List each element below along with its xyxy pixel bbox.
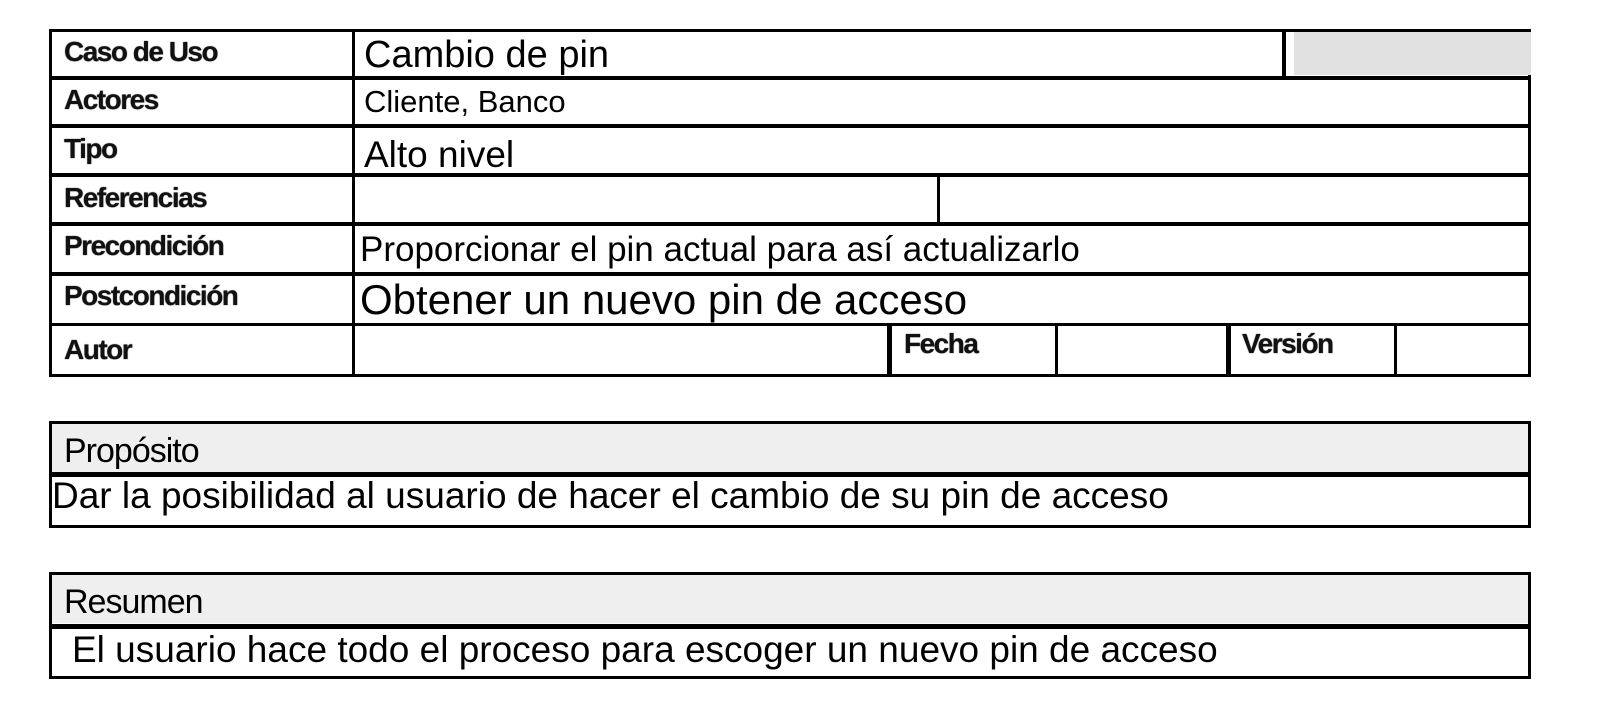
version-value-divider (1394, 324, 1397, 377)
actores-label: Actores (64, 84, 159, 115)
row-divider-6 (52, 323, 1528, 326)
autor-label: Autor (64, 334, 133, 365)
row-divider-4 (52, 222, 1528, 226)
row-divider-2 (52, 124, 1528, 128)
actores-value: Cliente, Banco (364, 84, 566, 119)
caso-de-uso-label: Caso de Uso (64, 36, 219, 67)
postcondicion-label: Postcondición (64, 280, 239, 311)
resumen-text: El usuario hace todo el proceso para esc… (72, 629, 1218, 670)
resumen-header (52, 575, 1528, 623)
fecha-label: Fecha (904, 328, 979, 359)
caso-de-uso-value: Cambio de pin (364, 34, 610, 76)
referencias-label: Referencias (64, 182, 208, 213)
row-divider-3 (52, 173, 1528, 177)
caso-de-uso-right-divider (1282, 32, 1286, 76)
referencias-divider (937, 174, 940, 222)
autor-fecha-divider (887, 324, 892, 377)
row-divider-1 (52, 76, 1528, 80)
proposito-header (52, 424, 1528, 472)
fecha-version-divider (1226, 324, 1231, 377)
precondicion-label: Precondición (64, 230, 225, 261)
tipo-value: Alto nivel (364, 134, 515, 175)
use-case-table: Caso de Uso Cambio de pin Actores Client… (49, 29, 1531, 377)
postcondicion-value: Obtener un nuevo pin de acceso (360, 276, 968, 323)
proposito-title: Propósito (64, 432, 200, 470)
proposito-section: Propósito Dar la posibilidad al usuario … (49, 421, 1531, 528)
tipo-label: Tipo (64, 133, 118, 164)
resumen-section: Resumen El usuario hace todo el proceso … (49, 572, 1531, 679)
precondicion-value: Proporcionar el pin actual para así actu… (360, 230, 1080, 269)
fecha-value-divider (1055, 324, 1058, 377)
version-label: Versión (1242, 328, 1334, 359)
proposito-text: Dar la posibilidad al usuario de hacer e… (52, 475, 1169, 516)
resumen-title: Resumen (64, 583, 204, 621)
header-gray-cell (1294, 32, 1531, 75)
